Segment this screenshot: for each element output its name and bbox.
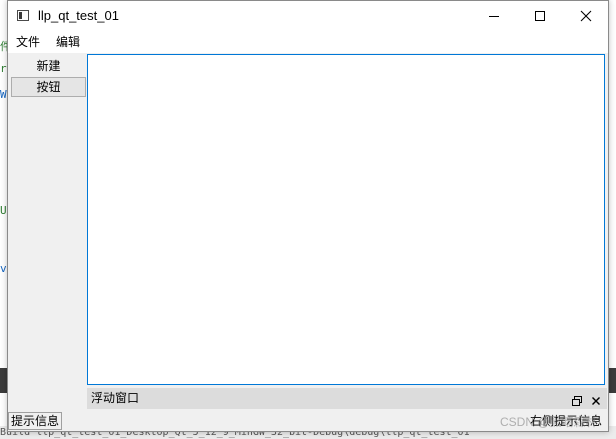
menu-edit[interactable]: 编辑 [56,34,80,50]
dock-float-icon [572,396,582,406]
menu-file[interactable]: 文件 [16,34,40,50]
minimize-icon [489,16,499,17]
toolbar-new-button[interactable]: 新建 [11,56,86,76]
csdn-watermark: CSDN @黑暗森林 [500,415,598,429]
app-window-icon [17,10,29,21]
menu-bar: 文件 编辑 [8,31,608,53]
dock-close-button[interactable] [590,392,602,405]
central-text-edit[interactable] [87,54,605,385]
status-left-label: 提示信息 [8,412,63,430]
maximize-button[interactable] [517,1,563,31]
tool-bar: 新建 按钮 [8,53,88,409]
title-bar[interactable]: llp_qt_test_01 [8,1,608,31]
dock-widget: 浮动窗口 [87,388,607,409]
dock-title: 浮动窗口 [91,391,140,405]
maximize-icon [535,11,545,21]
dock-float-button[interactable] [571,392,583,406]
close-button[interactable] [563,1,609,31]
toolbar-push-button[interactable]: 按钮 [11,77,86,97]
minimize-button[interactable] [471,1,517,31]
window-title: llp_qt_test_01 [38,8,119,23]
main-window: llp_qt_test_01 文件 编辑 新建 按钮 浮动窗口 提示信息 右侧提… [7,0,609,432]
close-icon [580,10,592,22]
dock-close-icon [592,397,600,405]
